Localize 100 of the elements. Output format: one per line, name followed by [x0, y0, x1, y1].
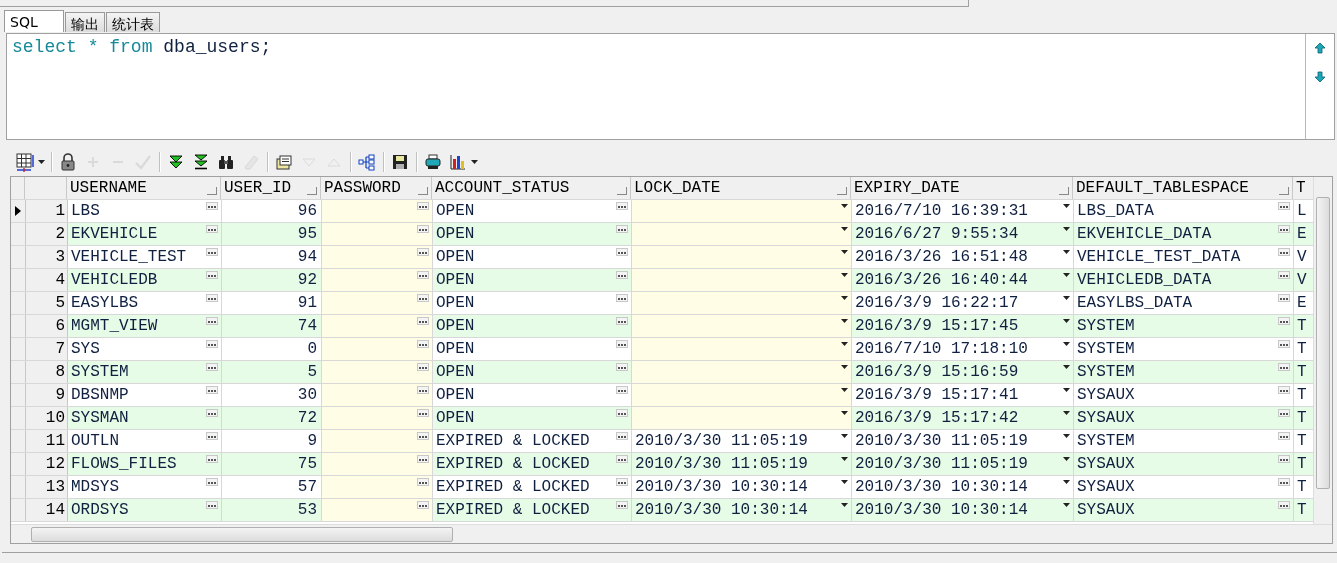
dropdown-caret-icon[interactable]: [841, 273, 848, 277]
dropdown-caret-icon[interactable]: [841, 388, 848, 392]
vertical-scrollbar[interactable]: [1313, 177, 1332, 524]
ellipsis-button-icon[interactable]: [616, 248, 628, 256]
dropdown-caret-icon[interactable]: [1063, 273, 1070, 277]
ellipsis-button-icon[interactable]: [206, 363, 218, 371]
dropdown-caret-icon[interactable]: [841, 411, 848, 415]
ellipsis-button-icon[interactable]: [417, 455, 429, 463]
row-indicator[interactable]: [11, 200, 26, 222]
ellipsis-button-icon[interactable]: [417, 248, 429, 256]
ellipsis-button-icon[interactable]: [417, 501, 429, 509]
ellipsis-button-icon[interactable]: [1278, 294, 1290, 302]
arrow-up-icon[interactable]: [1314, 42, 1326, 54]
ellipsis-button-icon[interactable]: [206, 501, 218, 509]
ellipsis-button-icon[interactable]: [206, 225, 218, 233]
dropdown-caret-icon[interactable]: [841, 503, 848, 507]
document-icon[interactable]: [275, 152, 294, 172]
ellipsis-button-icon[interactable]: [206, 317, 218, 325]
ellipsis-button-icon[interactable]: [616, 478, 628, 486]
ellipsis-button-icon[interactable]: [417, 202, 429, 210]
ellipsis-button-icon[interactable]: [1278, 409, 1290, 417]
ellipsis-button-icon[interactable]: [417, 271, 429, 279]
column-header[interactable]: ACCOUNT_STATUS: [432, 177, 631, 199]
row-pointer-icon[interactable]: [15, 206, 21, 216]
dropdown-caret-icon[interactable]: [841, 227, 848, 231]
ellipsis-button-icon[interactable]: [206, 340, 218, 348]
ellipsis-button-icon[interactable]: [417, 363, 429, 371]
ellipsis-button-icon[interactable]: [616, 271, 628, 279]
caret-icon[interactable]: [38, 160, 45, 164]
ellipsis-button-icon[interactable]: [206, 294, 218, 302]
tab[interactable]: 统计表: [106, 12, 160, 32]
dropdown-caret-icon[interactable]: [1063, 365, 1070, 369]
ellipsis-button-icon[interactable]: [616, 225, 628, 233]
lock-icon[interactable]: [59, 152, 78, 172]
ellipsis-button-icon[interactable]: [616, 202, 628, 210]
printer-icon[interactable]: [424, 152, 443, 172]
dropdown-caret-icon[interactable]: [1063, 388, 1070, 392]
ellipsis-button-icon[interactable]: [616, 432, 628, 440]
tree-icon[interactable]: [358, 152, 377, 172]
dropdown-caret-icon[interactable]: [841, 342, 848, 346]
ellipsis-button-icon[interactable]: [1278, 432, 1290, 440]
ellipsis-button-icon[interactable]: [1278, 225, 1290, 233]
ellipsis-button-icon[interactable]: [1278, 455, 1290, 463]
dropdown-caret-icon[interactable]: [841, 296, 848, 300]
ellipsis-button-icon[interactable]: [1278, 501, 1290, 509]
ellipsis-button-icon[interactable]: [417, 340, 429, 348]
ellipsis-button-icon[interactable]: [206, 202, 218, 210]
ellipsis-button-icon[interactable]: [616, 294, 628, 302]
ellipsis-button-icon[interactable]: [206, 478, 218, 486]
ellipsis-button-icon[interactable]: [417, 225, 429, 233]
ellipsis-button-icon[interactable]: [1278, 340, 1290, 348]
dropdown-caret-icon[interactable]: [1063, 250, 1070, 254]
dropdown-caret-icon[interactable]: [1063, 480, 1070, 484]
tab[interactable]: SQL: [4, 10, 64, 32]
dropdown-caret-icon[interactable]: [1063, 434, 1070, 438]
ellipsis-button-icon[interactable]: [417, 409, 429, 417]
ellipsis-button-icon[interactable]: [417, 294, 429, 302]
ellipsis-button-icon[interactable]: [1278, 248, 1290, 256]
dropdown-caret-icon[interactable]: [1063, 204, 1070, 208]
ellipsis-button-icon[interactable]: [1278, 317, 1290, 325]
ellipsis-button-icon[interactable]: [616, 317, 628, 325]
caret-icon[interactable]: [471, 160, 478, 164]
ellipsis-button-icon[interactable]: [206, 455, 218, 463]
ellipsis-button-icon[interactable]: [206, 248, 218, 256]
dropdown-caret-icon[interactable]: [1063, 342, 1070, 346]
horizontal-scrollbar[interactable]: [11, 524, 1332, 543]
dropdown-caret-icon[interactable]: [841, 434, 848, 438]
tab[interactable]: 输出: [65, 12, 105, 32]
dropdown-caret-icon[interactable]: [841, 204, 848, 208]
ellipsis-button-icon[interactable]: [206, 432, 218, 440]
ellipsis-button-icon[interactable]: [616, 501, 628, 509]
dropdown-caret-icon[interactable]: [1063, 227, 1070, 231]
ellipsis-button-icon[interactable]: [616, 340, 628, 348]
dropdown-caret-icon[interactable]: [1063, 296, 1070, 300]
ellipsis-button-icon[interactable]: [206, 271, 218, 279]
ellipsis-button-icon[interactable]: [1278, 271, 1290, 279]
ellipsis-button-icon[interactable]: [1278, 386, 1290, 394]
dropdown-caret-icon[interactable]: [1063, 319, 1070, 323]
ellipsis-button-icon[interactable]: [616, 386, 628, 394]
ellipsis-button-icon[interactable]: [1278, 478, 1290, 486]
ellipsis-button-icon[interactable]: [206, 409, 218, 417]
dropdown-caret-icon[interactable]: [1063, 503, 1070, 507]
ellipsis-button-icon[interactable]: [417, 386, 429, 394]
ellipsis-button-icon[interactable]: [1278, 202, 1290, 210]
ellipsis-button-icon[interactable]: [616, 409, 628, 417]
dropdown-caret-icon[interactable]: [841, 319, 848, 323]
ellipsis-button-icon[interactable]: [616, 363, 628, 371]
dropdown-caret-icon[interactable]: [841, 457, 848, 461]
ellipsis-button-icon[interactable]: [1278, 363, 1290, 371]
dropdown-caret-icon[interactable]: [1063, 457, 1070, 461]
ellipsis-button-icon[interactable]: [417, 478, 429, 486]
ellipsis-button-icon[interactable]: [616, 455, 628, 463]
ellipsis-button-icon[interactable]: [417, 317, 429, 325]
dropdown-caret-icon[interactable]: [841, 250, 848, 254]
bar-chart-icon[interactable]: [449, 152, 468, 172]
grid-icon[interactable]: [16, 152, 35, 172]
dropdown-caret-icon[interactable]: [841, 365, 848, 369]
dropdown-caret-icon[interactable]: [841, 480, 848, 484]
ellipsis-button-icon[interactable]: [206, 386, 218, 394]
arrow-down-icon[interactable]: [1314, 71, 1326, 83]
